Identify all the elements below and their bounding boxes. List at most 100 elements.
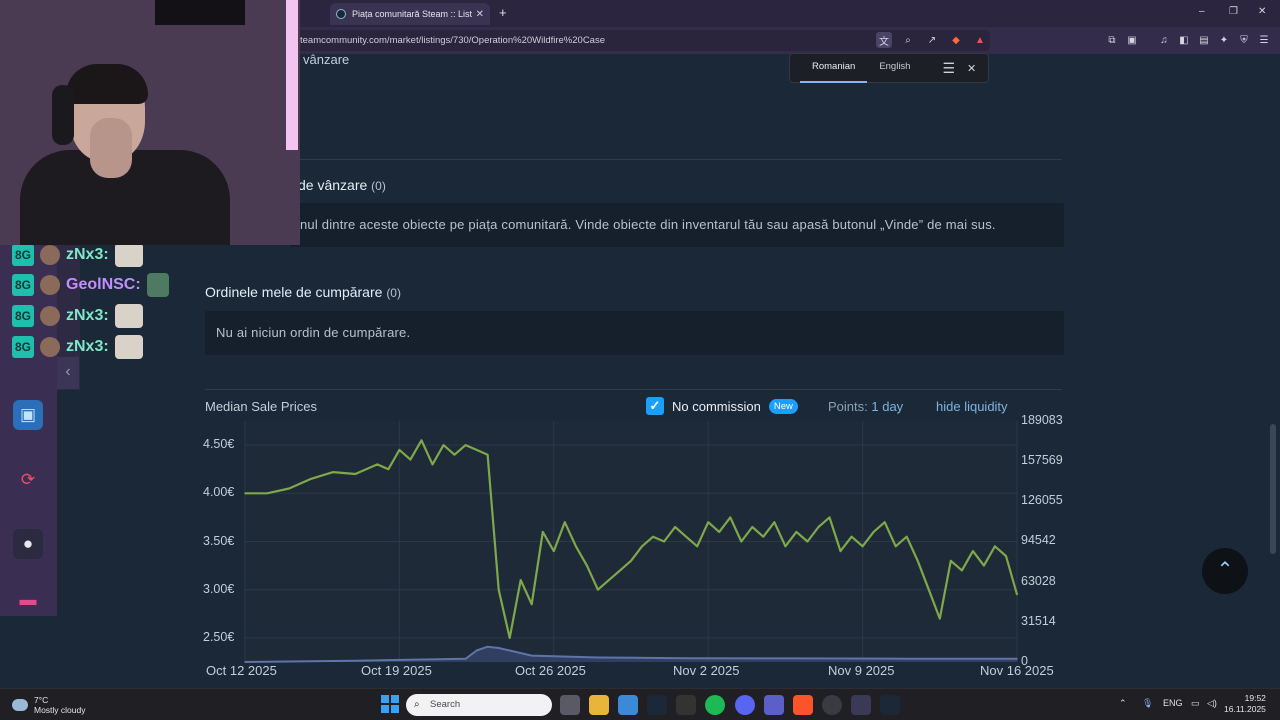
translate-icon[interactable]: 文: [876, 32, 892, 48]
x-tick-label: Nov 16 2025: [980, 663, 1054, 678]
menu-icon[interactable]: ☰: [1256, 32, 1272, 48]
new-tab-button[interactable]: +: [499, 5, 507, 20]
mic-icon[interactable]: 🎙: [1142, 698, 1153, 709]
y-right-tick-label: 31514: [1021, 613, 1056, 628]
steam-client-icon[interactable]: [880, 695, 900, 715]
spotify-icon[interactable]: [705, 695, 725, 715]
media-icon[interactable]: ♫: [1156, 32, 1172, 48]
points-selector[interactable]: Points: 1 day: [828, 399, 903, 414]
chat-username: zNx3:: [66, 246, 109, 263]
clock[interactable]: 19:52 16.11.2025: [1224, 693, 1266, 715]
page-scrollbar[interactable]: [1270, 424, 1276, 554]
chat-line: 8G GeolNSC:: [12, 273, 169, 297]
weather-widget[interactable]: 7°C Mostly cloudy: [12, 695, 86, 715]
minimize-button[interactable]: –: [1199, 6, 1205, 17]
sync-icon[interactable]: ⟳: [13, 465, 43, 495]
listings-empty-text: nul dintre aceste obiecte pe piața comun…: [300, 217, 996, 232]
leo-ai-icon[interactable]: ✦: [1216, 32, 1232, 48]
chat-username: zNx3:: [66, 338, 109, 355]
listings-heading: de vânzare (0): [298, 177, 386, 193]
brave-icon[interactable]: [793, 695, 813, 715]
brave-shields-icon[interactable]: ◆: [948, 32, 964, 48]
chat-line: 8G zNx3:: [12, 304, 143, 328]
extensions-icon[interactable]: ⧉: [1104, 32, 1120, 48]
collapse-arrow-icon[interactable]: ‹: [57, 357, 79, 389]
lang-romanian[interactable]: Romanian: [800, 53, 868, 83]
y-right-tick-label: 189083: [1021, 413, 1063, 427]
scroll-to-top-button[interactable]: ⌃: [1202, 548, 1248, 594]
chat-username: zNx3:: [66, 307, 109, 324]
tab-close-icon[interactable]: ✕: [476, 9, 484, 20]
listings-count: (0): [371, 179, 386, 193]
chart-title: Median Sale Prices: [205, 399, 317, 414]
avatar: [40, 275, 60, 295]
overlay-sidebar: ▣ ⟳ ● ▬: [0, 245, 57, 616]
sub-badge-icon: 8G: [12, 336, 34, 358]
epic-games-icon[interactable]: [676, 695, 696, 715]
webcam-led-strip: [286, 0, 298, 150]
steam-icon[interactable]: [647, 695, 667, 715]
brave-rewards-icon[interactable]: ▲: [972, 32, 988, 48]
hide-liquidity-link[interactable]: hide liquidity: [936, 399, 1008, 414]
vpn-icon[interactable]: ⛨: [1236, 32, 1252, 48]
buy-orders-empty-panel: Nu ai niciun ordin de cumpărare.: [205, 311, 1064, 355]
close-window-button[interactable]: ✕: [1258, 6, 1266, 17]
time: 19:52: [1244, 693, 1266, 703]
cat-emote-icon: [114, 243, 143, 267]
webcam-person-hair: [66, 64, 148, 104]
file-explorer-icon[interactable]: [589, 695, 609, 715]
screenshot-icon[interactable]: ▣: [1124, 32, 1140, 48]
no-commission-toggle[interactable]: ✓ No commission New: [646, 397, 798, 415]
translate-close-icon[interactable]: ✕: [967, 62, 976, 75]
sub-badge-icon: 8G: [12, 305, 34, 327]
points-value[interactable]: 1 day: [871, 399, 903, 414]
maximize-button[interactable]: ❐: [1229, 6, 1238, 17]
obs-icon[interactable]: [822, 695, 842, 715]
buy-orders-heading: Ordinele mele de cumpărare (0): [205, 284, 401, 300]
x-tick-label: Oct 19 2025: [361, 663, 432, 678]
shoe-icon[interactable]: ▬: [13, 585, 43, 615]
translate-menu-icon[interactable]: ☰: [942, 60, 955, 77]
windows-taskbar: 7°C Mostly cloudy ⌕ Search ⌃ 🎙 ENG ▭ ◁) …: [0, 688, 1280, 720]
avatar: [40, 245, 60, 265]
sub-badge-icon: 8G: [12, 244, 34, 266]
tray-chevron-icon[interactable]: ⌃: [1119, 698, 1127, 709]
date: 16.11.2025: [1224, 704, 1266, 714]
steam-page: [191, 54, 1077, 688]
chat-line: 8G zNx3:: [12, 243, 143, 267]
app-icon[interactable]: ▣: [13, 400, 43, 430]
x-tick-label: Nov 9 2025: [828, 663, 895, 678]
teams-icon[interactable]: [764, 695, 784, 715]
webcam-monitor: [155, 0, 245, 25]
checkbox-checked-icon[interactable]: ✓: [646, 397, 664, 415]
y-left-tick-label: 3.00€: [203, 581, 235, 596]
language-indicator[interactable]: ENG: [1163, 698, 1183, 708]
share-icon[interactable]: ↗: [924, 32, 940, 48]
user-icon[interactable]: ●: [13, 529, 43, 559]
chart-divider: [205, 389, 1062, 390]
x-tick-label: Oct 12 2025: [206, 663, 277, 678]
avatar: [40, 337, 60, 357]
sidebar-icon[interactable]: ◧: [1176, 32, 1192, 48]
y-right-tick-label: 63028: [1021, 573, 1056, 588]
y-left-tick-label: 2.50€: [203, 629, 235, 644]
task-view-icon[interactable]: [560, 695, 580, 715]
search-placeholder: Search: [430, 699, 461, 710]
network-icon[interactable]: ▭: [1191, 698, 1200, 709]
wallet-icon[interactable]: ▤: [1196, 32, 1212, 48]
start-button[interactable]: [381, 695, 399, 713]
active-tab[interactable]: Piața comunitară Steam :: Listări ✕: [330, 3, 490, 25]
section-divider: [205, 159, 1062, 160]
zoom-icon[interactable]: ⌕: [900, 32, 916, 48]
app-window-icon[interactable]: [851, 695, 871, 715]
store-icon[interactable]: [618, 695, 638, 715]
volume-icon[interactable]: ◁): [1207, 698, 1217, 709]
temperature: 7°C: [34, 695, 49, 705]
taskbar-search[interactable]: ⌕ Search: [406, 694, 552, 716]
webcam-overlay: [0, 0, 300, 245]
lang-english[interactable]: English: [867, 53, 922, 83]
chat-username: GeolNSC:: [66, 276, 141, 293]
chat-line: 8G zNx3:: [12, 335, 143, 359]
discord-icon[interactable]: [735, 695, 755, 715]
webcam-headset: [52, 85, 74, 145]
